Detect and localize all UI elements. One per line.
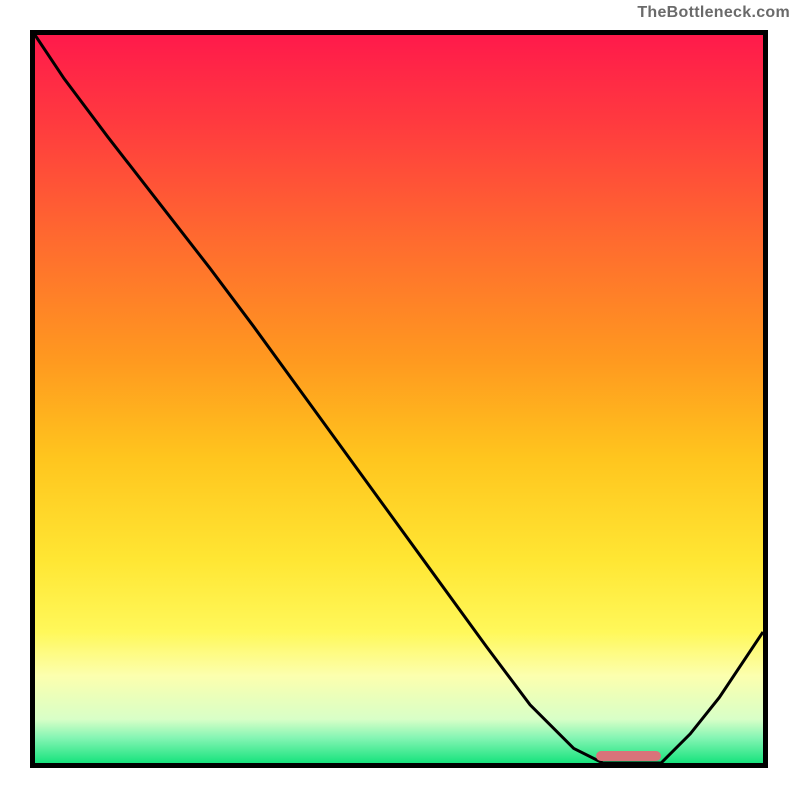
bottleneck-curve bbox=[35, 35, 763, 763]
watermark-text: TheBottleneck.com bbox=[637, 4, 790, 22]
plot-area bbox=[30, 30, 768, 768]
plot-inner bbox=[35, 35, 763, 763]
chart-frame: TheBottleneck.com bbox=[0, 0, 800, 800]
optimal-range-marker bbox=[596, 751, 662, 761]
